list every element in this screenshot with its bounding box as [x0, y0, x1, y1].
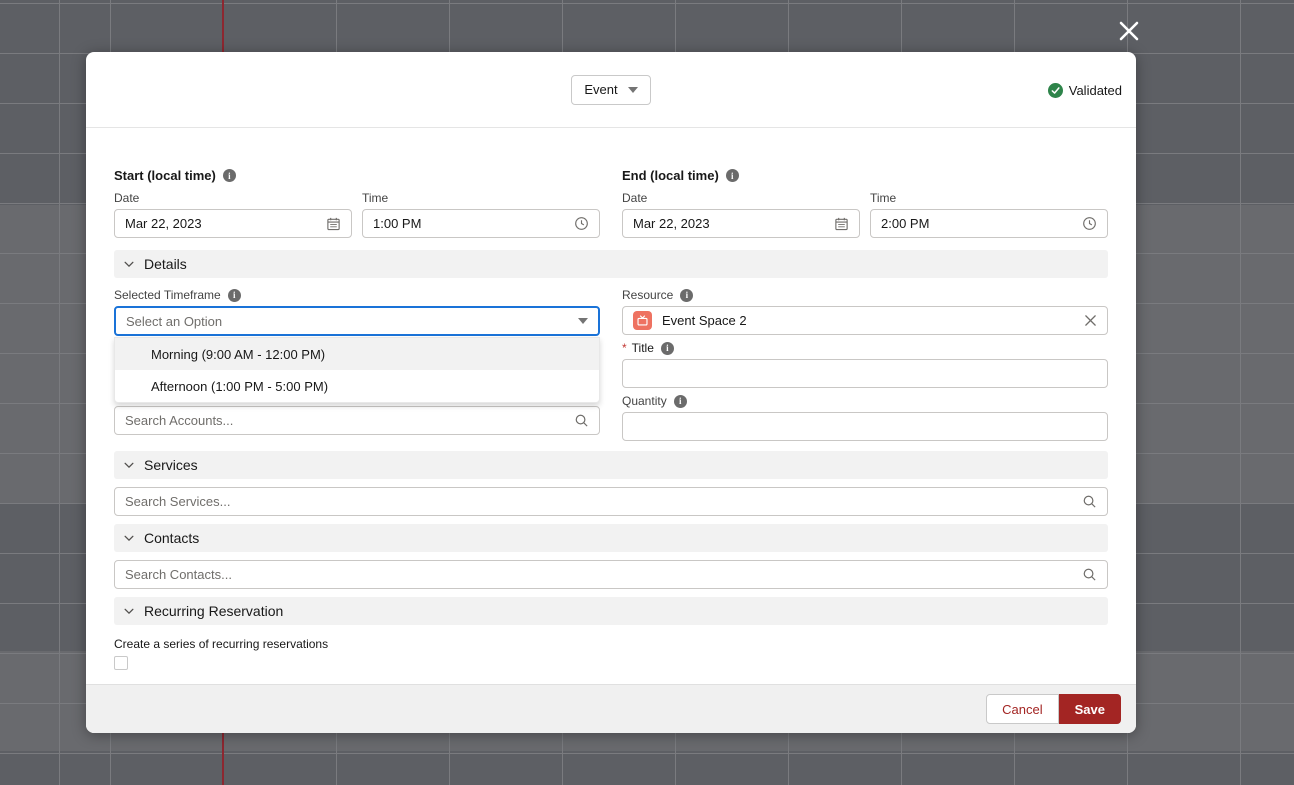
datetime-row: Start (local time) i Date T — [114, 128, 1108, 238]
recurring-section-header[interactable]: Recurring Reservation — [114, 597, 1108, 625]
contacts-search-input[interactable] — [125, 567, 1074, 582]
timeframe-label-row: Selected Timeframe i — [114, 288, 600, 302]
status-badge-label: Validated — [1069, 83, 1122, 98]
contacts-section-header[interactable]: Contacts — [114, 524, 1108, 552]
start-group-label-text: Start (local time) — [114, 168, 216, 183]
timeframe-option-morning[interactable]: Morning (9:00 AM - 12:00 PM) — [115, 338, 599, 370]
services-section-header[interactable]: Services — [114, 451, 1108, 479]
resource-label-row: Resource i — [622, 288, 1108, 302]
services-search-box — [114, 487, 1108, 516]
accounts-search-input[interactable] — [125, 413, 566, 428]
info-icon[interactable]: i — [223, 169, 236, 182]
modal-footer: Cancel Save — [86, 684, 1136, 733]
end-datetime-group: End (local time) i Date Tim — [622, 168, 1108, 238]
chevron-down-icon — [628, 87, 638, 93]
modal-header: Event Validated — [86, 52, 1136, 128]
start-date-field: Date — [114, 185, 352, 238]
quantity-label: Quantity — [622, 394, 667, 408]
details-left-column: Selected Timeframe i Select an Option Mo… — [114, 288, 600, 441]
details-section-header[interactable]: Details — [114, 250, 1108, 278]
title-label-row: * Title i — [622, 341, 1108, 355]
end-time-input[interactable] — [881, 216, 1074, 231]
end-date-label: Date — [622, 191, 860, 205]
timeframe-listbox: Morning (9:00 AM - 12:00 PM) Afternoon (… — [114, 337, 600, 403]
calendar-icon[interactable] — [326, 216, 341, 231]
info-icon[interactable]: i — [726, 169, 739, 182]
start-date-label: Date — [114, 191, 352, 205]
search-icon[interactable] — [1082, 567, 1097, 582]
reservation-modal: Event Validated Start (local time) i Dat… — [86, 52, 1136, 733]
start-time-field: Time — [362, 185, 600, 238]
calendar-icon[interactable] — [834, 216, 849, 231]
info-icon[interactable]: i — [228, 289, 241, 302]
start-time-input-box — [362, 209, 600, 238]
info-icon[interactable]: i — [680, 289, 693, 302]
resource-object-icon — [633, 311, 652, 330]
end-time-label: Time — [870, 191, 1108, 205]
modal-body: Start (local time) i Date T — [86, 128, 1136, 670]
close-icon — [1117, 19, 1141, 43]
recurring-checkbox-label: Create a series of recurring reservation… — [114, 637, 1108, 651]
chevron-down-icon — [578, 318, 588, 324]
clock-icon[interactable] — [1082, 216, 1097, 231]
clock-icon[interactable] — [574, 216, 589, 231]
chevron-down-icon — [123, 459, 135, 471]
status-badge: Validated — [1048, 52, 1122, 128]
quantity-input-box — [622, 412, 1108, 441]
resource-pill: Event Space 2 — [622, 306, 1108, 335]
timeframe-label: Selected Timeframe — [114, 288, 221, 302]
end-group-label: End (local time) i — [622, 168, 1108, 183]
start-group-label: Start (local time) i — [114, 168, 600, 183]
search-icon[interactable] — [1082, 494, 1097, 509]
resource-label: Resource — [622, 288, 673, 302]
end-time-input-box — [870, 209, 1108, 238]
services-search-input[interactable] — [125, 494, 1074, 509]
details-right-column: Resource i Event Space 2 * Title i — [622, 288, 1108, 441]
recurring-section-label: Recurring Reservation — [144, 603, 283, 619]
close-modal-button[interactable] — [1113, 15, 1145, 47]
details-content: Selected Timeframe i Select an Option Mo… — [114, 288, 1108, 441]
record-type-button[interactable]: Event — [571, 75, 650, 105]
contacts-search-box — [114, 560, 1108, 589]
resource-value: Event Space 2 — [662, 313, 1074, 328]
validated-check-icon — [1048, 83, 1063, 98]
timeframe-option-afternoon[interactable]: Afternoon (1:00 PM - 5:00 PM) — [115, 370, 599, 402]
recurring-checkbox[interactable] — [114, 656, 128, 670]
remove-resource-icon[interactable] — [1084, 314, 1097, 327]
chevron-down-icon — [123, 605, 135, 617]
title-input-box — [622, 359, 1108, 388]
search-icon[interactable] — [574, 413, 589, 428]
timeframe-selected-value: Select an Option — [126, 314, 222, 329]
start-date-input-box — [114, 209, 352, 238]
end-date-input[interactable] — [633, 216, 826, 231]
chevron-down-icon — [123, 258, 135, 270]
start-time-input[interactable] — [373, 216, 566, 231]
end-date-field: Date — [622, 185, 860, 238]
start-time-label: Time — [362, 191, 600, 205]
chevron-down-icon — [123, 532, 135, 544]
services-section-label: Services — [144, 457, 198, 473]
timeframe-combobox[interactable]: Select an Option — [114, 306, 600, 336]
cancel-button[interactable]: Cancel — [986, 694, 1058, 724]
accounts-search-box — [114, 406, 600, 435]
start-date-input[interactable] — [125, 216, 318, 231]
required-asterisk: * — [622, 341, 627, 355]
record-type-label: Event — [584, 82, 617, 97]
end-group-label-text: End (local time) — [622, 168, 719, 183]
info-icon[interactable]: i — [674, 395, 687, 408]
quantity-label-row: Quantity i — [622, 394, 1108, 408]
end-fields: Date Time — [622, 185, 1108, 238]
contacts-section-label: Contacts — [144, 530, 199, 546]
title-input[interactable] — [633, 366, 1097, 381]
save-button[interactable]: Save — [1059, 694, 1121, 724]
details-section-label: Details — [144, 256, 187, 272]
start-fields: Date Time — [114, 185, 600, 238]
quantity-input[interactable] — [633, 419, 1097, 434]
info-icon[interactable]: i — [661, 342, 674, 355]
start-datetime-group: Start (local time) i Date T — [114, 168, 600, 238]
end-time-field: Time — [870, 185, 1108, 238]
timeframe-combobox-wrap: Select an Option Morning (9:00 AM - 12:0… — [114, 306, 600, 435]
title-label: Title — [632, 341, 654, 355]
end-date-input-box — [622, 209, 860, 238]
